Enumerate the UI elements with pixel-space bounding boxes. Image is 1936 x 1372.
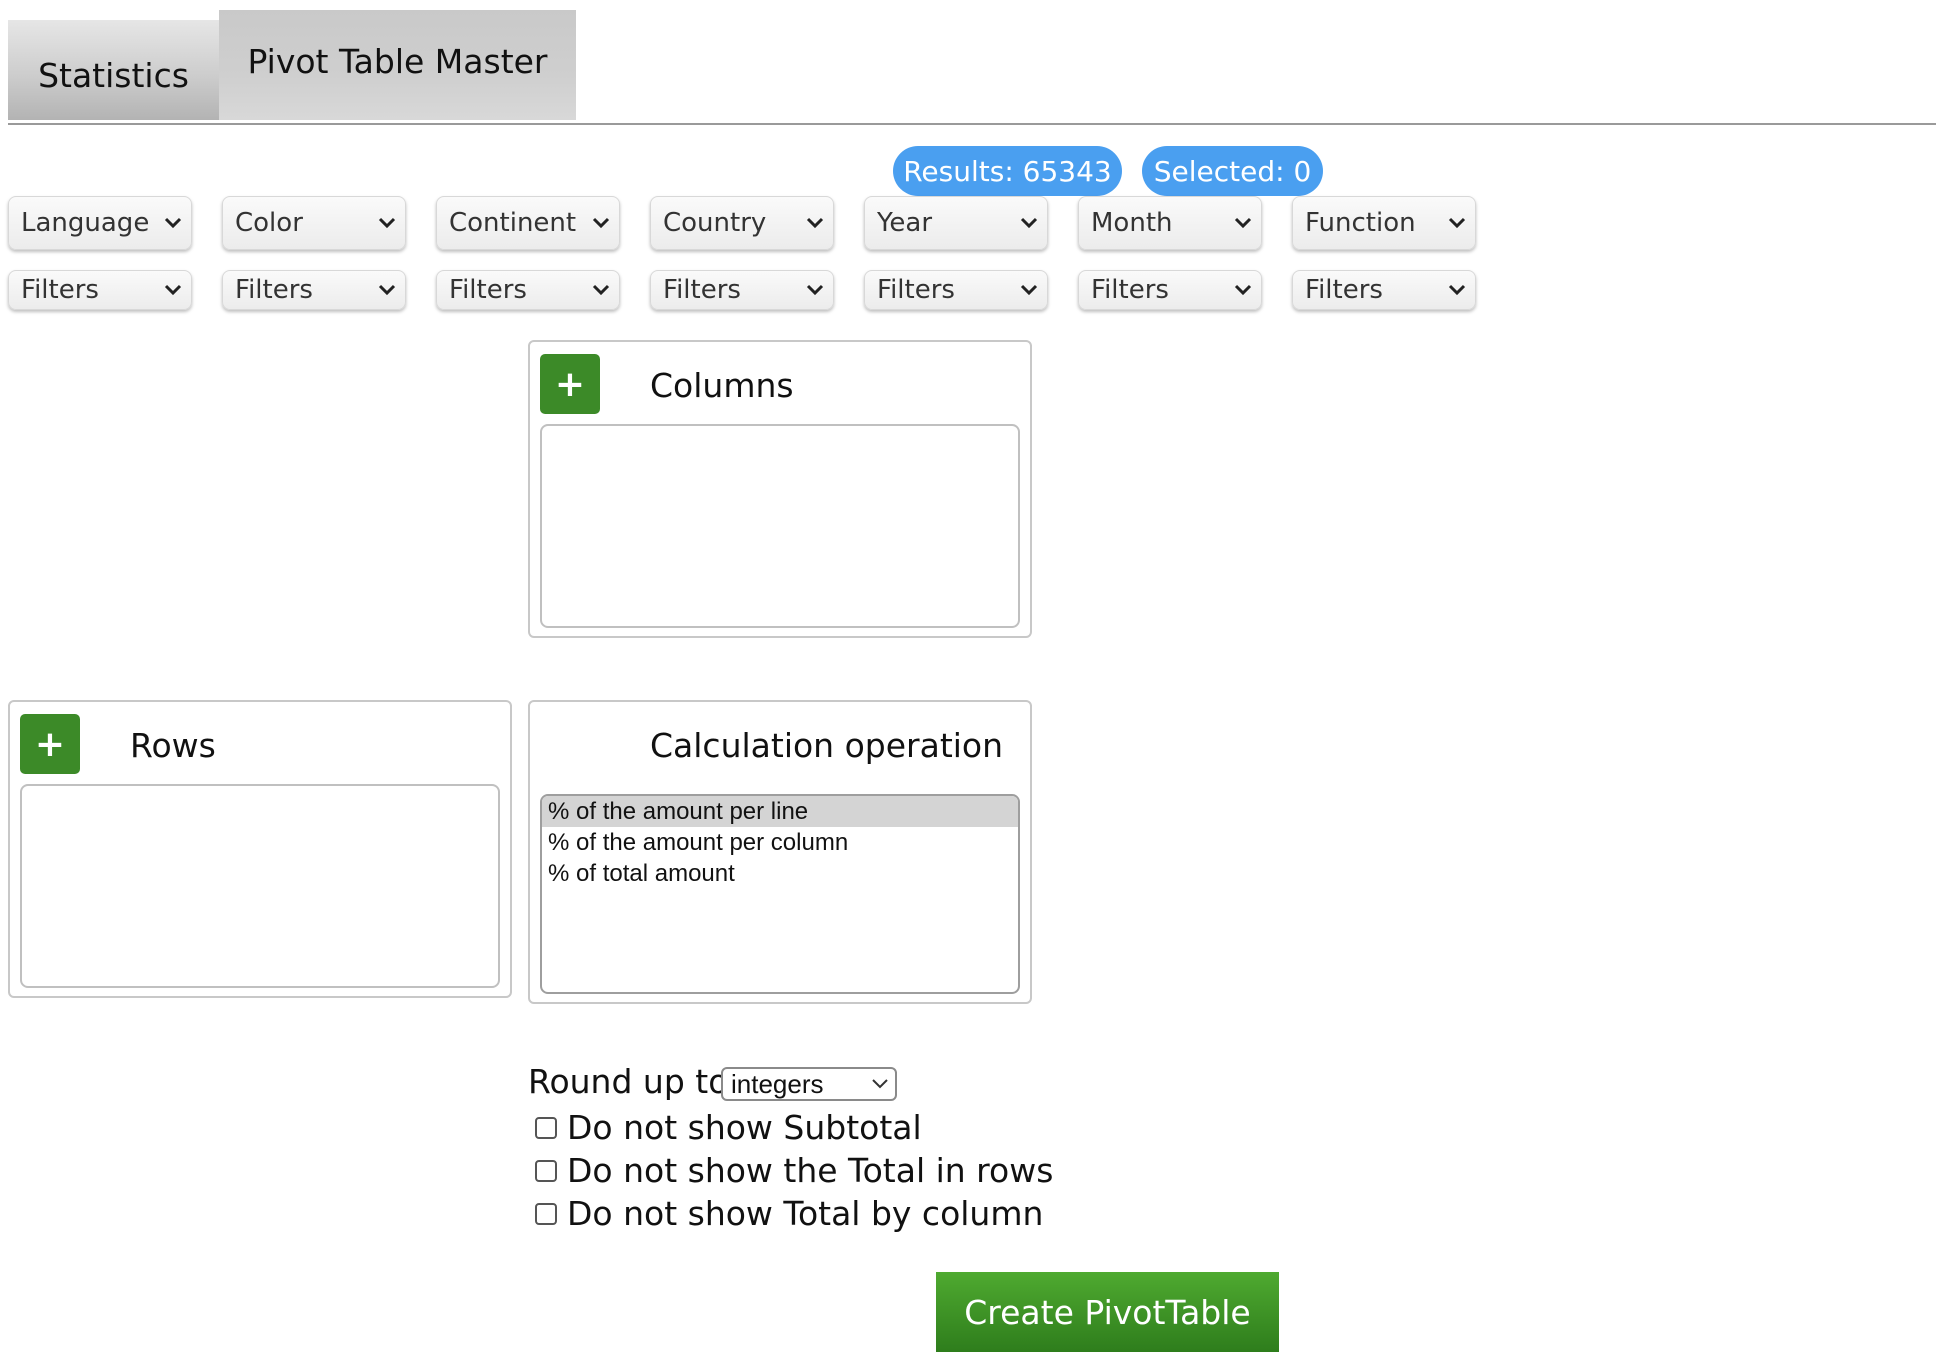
field-select-label: Continent <box>449 208 577 238</box>
filter-select-label: Filters <box>1305 275 1383 305</box>
checkbox-total-columns[interactable]: Do not show Total by column <box>535 1194 1043 1233</box>
chevron-down-icon <box>1011 213 1047 233</box>
field-select-label: Language <box>21 208 150 238</box>
checkbox[interactable] <box>535 1159 557 1182</box>
add-row-button[interactable]: + <box>20 714 80 774</box>
field-select-year[interactable]: Year <box>864 196 1048 250</box>
filter-select-label: Filters <box>1091 275 1169 305</box>
field-select-label: Country <box>663 208 767 238</box>
checkbox-subtotal[interactable]: Do not show Subtotal <box>535 1108 922 1147</box>
pivot-page: Statistics Pivot Table Master Results: 6… <box>0 0 1936 1372</box>
chevron-down-icon <box>369 280 405 300</box>
calculation-panel: Calculation operation % of the amount pe… <box>528 700 1032 1004</box>
field-select-function[interactable]: Function <box>1292 196 1476 250</box>
filter-select-year[interactable]: Filters <box>864 270 1048 310</box>
columns-dropzone[interactable] <box>540 424 1020 628</box>
field-select-label: Month <box>1091 208 1173 238</box>
chevron-down-icon <box>155 213 191 233</box>
filter-select-continent[interactable]: Filters <box>436 270 620 310</box>
chevron-down-icon <box>797 213 833 233</box>
tab-pivot-table-master[interactable]: Pivot Table Master <box>219 10 576 120</box>
rows-title: Rows <box>130 726 216 765</box>
field-select-continent[interactable]: Continent <box>436 196 620 250</box>
filter-select-label: Filters <box>21 275 99 305</box>
checkbox-label: Do not show Subtotal <box>567 1108 922 1147</box>
field-select-label: Color <box>235 208 303 238</box>
field-select-label: Year <box>877 208 933 238</box>
checkbox[interactable] <box>535 1202 557 1225</box>
checkbox[interactable] <box>535 1116 557 1139</box>
chevron-down-icon <box>1225 213 1261 233</box>
add-column-button[interactable]: + <box>540 354 600 414</box>
filter-select-month[interactable]: Filters <box>1078 270 1262 310</box>
calculation-listbox[interactable]: % of the amount per line % of the amount… <box>540 794 1020 994</box>
filter-select-function[interactable]: Filters <box>1292 270 1476 310</box>
field-select-language[interactable]: Language <box>8 196 192 250</box>
chevron-down-icon <box>1439 280 1475 300</box>
filter-select-label: Filters <box>663 275 741 305</box>
selected-count-badge: Selected: 0 <box>1142 146 1323 196</box>
chevron-down-icon <box>583 213 619 233</box>
chevron-down-icon <box>1439 213 1475 233</box>
chevron-down-icon <box>583 280 619 300</box>
checkbox-label: Do not show the Total in rows <box>567 1151 1054 1190</box>
filter-select-country[interactable]: Filters <box>650 270 834 310</box>
filter-select-label: Filters <box>449 275 527 305</box>
chevron-down-icon <box>1225 280 1261 300</box>
round-select[interactable]: integers <box>721 1067 897 1101</box>
checkbox-label: Do not show Total by column <box>567 1194 1044 1233</box>
filter-select-language[interactable]: Filters <box>8 270 192 310</box>
rows-dropzone[interactable] <box>20 784 500 988</box>
field-select-month[interactable]: Month <box>1078 196 1262 250</box>
chevron-down-icon <box>1011 280 1047 300</box>
chevron-down-icon <box>865 1078 895 1090</box>
chevron-down-icon <box>369 213 405 233</box>
rows-panel: + Rows <box>8 700 512 998</box>
filter-select-color[interactable]: Filters <box>222 270 406 310</box>
create-pivottable-button[interactable]: Create PivotTable <box>936 1272 1279 1352</box>
results-count-badge: Results: 65343 <box>893 146 1122 196</box>
columns-panel: + Columns <box>528 340 1032 638</box>
field-select-color[interactable]: Color <box>222 196 406 250</box>
tab-divider <box>8 123 1936 125</box>
tab-statistics[interactable]: Statistics <box>8 20 219 120</box>
columns-title: Columns <box>650 366 794 405</box>
filter-select-label: Filters <box>235 275 313 305</box>
calculation-option[interactable]: % of total amount <box>542 858 1018 889</box>
field-select-label: Function <box>1305 208 1416 238</box>
calculation-option[interactable]: % of the amount per line <box>542 796 1018 827</box>
round-select-value: integers <box>731 1068 824 1099</box>
chevron-down-icon <box>155 280 191 300</box>
calculation-title: Calculation operation <box>650 726 1004 765</box>
round-label: Round up to <box>528 1062 729 1101</box>
calculation-option[interactable]: % of the amount per column <box>542 827 1018 858</box>
checkbox-total-rows[interactable]: Do not show the Total in rows <box>535 1151 1053 1190</box>
chevron-down-icon <box>797 280 833 300</box>
filter-select-label: Filters <box>877 275 955 305</box>
field-select-country[interactable]: Country <box>650 196 834 250</box>
